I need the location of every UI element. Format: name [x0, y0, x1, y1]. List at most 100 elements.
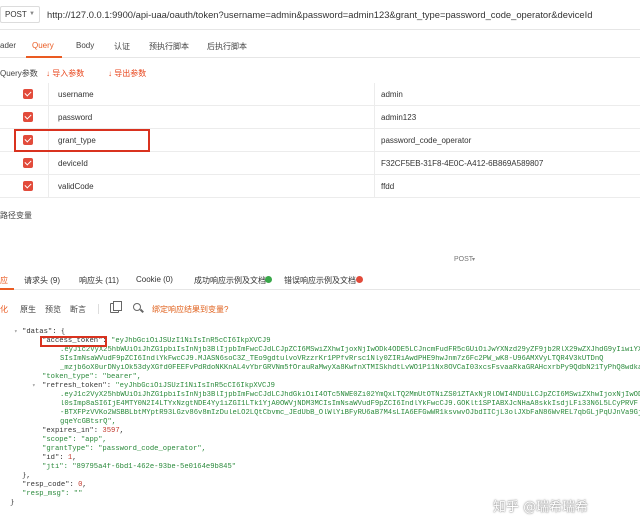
tab-post-script[interactable]: 后执行脚本 [207, 41, 247, 52]
param-value[interactable]: ffdd [381, 182, 394, 191]
tab-response[interactable]: 应 [0, 275, 8, 286]
assert-button[interactable]: 断言 [70, 304, 86, 315]
json-key: "refresh_token": [42, 382, 112, 390]
tab-response-headers[interactable]: 响应头 (11) [79, 275, 119, 286]
json-line: "grantType": "password_code_operator", [42, 445, 206, 453]
export-params-label: 导出参数 [114, 69, 147, 78]
code-line: }, [0, 472, 640, 481]
copy-icon[interactable] [110, 301, 122, 313]
import-icon: ↓ [46, 69, 50, 78]
export-icon: ↓ [108, 69, 112, 78]
tab-success-example[interactable]: 成功响应示例及文档 [194, 275, 266, 286]
json-string: gqeYcGBtsrQ", [60, 418, 117, 426]
column-divider [374, 129, 375, 152]
column-divider [374, 152, 375, 175]
search-icon[interactable] [133, 303, 141, 311]
param-key[interactable]: deviceId [58, 159, 88, 168]
code-line: .eyJ1c2VyX25hbWUiOiJhZG1pbiIsInNjb3BlIjp… [0, 391, 640, 400]
param-checkbox[interactable] [23, 158, 33, 168]
json-line: "scope": "app", [42, 436, 107, 444]
json-number: 3597 [102, 427, 120, 435]
response-body: "datas": { "access_token": "eyJhbGciOiJS… [0, 322, 640, 518]
json-string: .eyJ1c2VyX25hbWUiOiJhZG1pbiIsInNjb3BlIjp… [60, 346, 640, 354]
json-string: -BTXFPzVVKo2WSBBLbtMYptR93LGzv86v8mIzDul… [60, 409, 640, 417]
import-params-button[interactable]: ↓ 导入参数 [46, 68, 84, 79]
collapse-toggle-icon[interactable]: ▾ [14, 328, 18, 337]
method-label: POST [5, 10, 27, 19]
param-row: validCode ffdd [0, 175, 640, 198]
bind-response-link[interactable]: 绑定响应结果到变量? [152, 304, 228, 315]
tab-cookie[interactable]: Cookie (0) [136, 275, 173, 284]
json-string: SIsImNsaWVudF9pZCI6IndlYkFwcCJ9.MJASN6so… [60, 355, 604, 363]
watermark: 知乎 @瑞希瑞希 [493, 500, 589, 515]
method-select[interactable]: POST ▼ [0, 6, 40, 23]
path-variables-label: 路径变量 [0, 211, 32, 220]
json-key: "datas" [22, 328, 53, 336]
code-line: "refresh_token": "eyJhbGciOiJSUzI1NiIsIn… [0, 382, 640, 391]
param-row: deviceId F32CF5EB-31F8-4E0C-A412-6B869A5… [0, 152, 640, 175]
code-line: .eyJ1c2VyX25hbWUiOiJhZG1pbiIsInNjb3BlIjp… [0, 346, 640, 355]
code-line: "token_type": "bearer", [0, 373, 640, 382]
post-indicator-bar: POST ▾ [0, 255, 640, 267]
code-line: -BTXFPzVVKo2WSBBLbtMYptR93LGzv86v8mIzDul… [0, 409, 640, 418]
param-key[interactable]: password [58, 113, 92, 122]
chevron-down-icon: ▾ [472, 257, 476, 263]
json-string: "eyJhbGciOiJSUzI1NiIsInR5cCI6IkpXVCJ9 [115, 382, 275, 390]
url-input[interactable]: http://127.0.0.1:9900/api-uaa/oauth/toke… [47, 6, 640, 23]
tab-query[interactable]: Query [32, 41, 54, 50]
post-indicator[interactable]: POST [454, 256, 473, 263]
param-value[interactable]: admin123 [381, 113, 416, 122]
access-token-highlight [40, 336, 107, 347]
import-params-label: 导入参数 [52, 69, 85, 78]
column-divider [48, 152, 49, 175]
toolbar-divider [98, 304, 99, 314]
json-line: "resp_msg": "" [22, 490, 83, 498]
json-brace: } [10, 499, 15, 507]
tab-error-example[interactable]: 错误响应示例及文档 [284, 275, 356, 286]
param-key[interactable]: validCode [58, 182, 94, 191]
param-key[interactable]: username [58, 90, 94, 99]
param-value[interactable]: password_code_operator [381, 136, 471, 145]
response-tabs: 应 请求头 (9) 响应头 (11) Cookie (0) 成功响应示例及文档 … [0, 270, 640, 290]
code-line: l0sImp8aSI6IjE4MTY0N2I4LTYxNzgtNDE4Yy1iZ… [0, 400, 640, 409]
json-line: "jti": "89795a4f-6bd1-462e-93be-5e0164e9… [42, 463, 237, 471]
code-line: gqeYcGBtsrQ", [0, 418, 640, 427]
json-line: "token_type": "bearer", [42, 373, 142, 381]
code-line: "scope": "app", [0, 436, 640, 445]
beautify-button[interactable]: 化 [0, 304, 8, 315]
tab-header[interactable]: ader [0, 41, 16, 50]
code-line: "resp_code": 0, [22, 481, 87, 489]
column-divider [48, 83, 49, 106]
json-string: _mzjb6oX0urDNyiOk53dyXGfd0FEEFvPdRdoNKKn… [60, 364, 640, 372]
chevron-down-icon: ▼ [29, 11, 35, 17]
json-string: .eyJ1c2VyX25hbWUiOiJhZG1pbiIsInNjb3BlIjp… [60, 391, 640, 399]
active-tab-indicator [26, 56, 62, 58]
collapse-toggle-icon[interactable]: ▾ [32, 382, 36, 391]
param-checkbox[interactable] [23, 89, 33, 99]
tab-body[interactable]: Body [76, 41, 94, 50]
param-row: password admin123 [0, 106, 640, 129]
param-checkbox[interactable] [23, 181, 33, 191]
column-divider [374, 106, 375, 129]
tab-pre-script[interactable]: 预执行脚本 [149, 41, 189, 52]
json-brace: }, [22, 472, 31, 480]
json-key: "id": [42, 454, 64, 462]
json-string: "eyJhbGciOiJSUzI1NiIsInR5cCI6IkpXVCJ9 [111, 337, 271, 345]
json-key: "resp_code": [22, 481, 74, 489]
tab-auth[interactable]: 认证 [114, 41, 130, 52]
code-line: SIsImNsaWVudF9pZCI6IndlYkFwcCJ9.MJASN6so… [0, 355, 640, 364]
json-key: "expires_in": [42, 427, 99, 435]
param-checkbox[interactable] [23, 112, 33, 122]
export-params-button[interactable]: ↓ 导出参数 [108, 68, 146, 79]
param-value[interactable]: admin [381, 90, 403, 99]
grant-type-highlight [14, 129, 150, 152]
error-status-icon [356, 276, 363, 283]
param-value[interactable]: F32CF5EB-31F8-4E0C-A412-6B869A589807 [381, 159, 543, 168]
param-row: username admin [0, 83, 640, 106]
preview-button[interactable]: 预览 [45, 304, 61, 315]
request-tabs: ader Query Body 认证 预执行脚本 后执行脚本 [0, 36, 640, 58]
query-toolbar: Query参数 ↓ 导入参数 ↓ 导出参数 [0, 64, 640, 82]
raw-button[interactable]: 原生 [20, 304, 36, 315]
tab-request-headers[interactable]: 请求头 (9) [24, 275, 60, 286]
json-string: l0sImp8aSI6IjE4MTY0N2I4LTYxNzgtNDE4Yy1iZ… [60, 400, 638, 408]
